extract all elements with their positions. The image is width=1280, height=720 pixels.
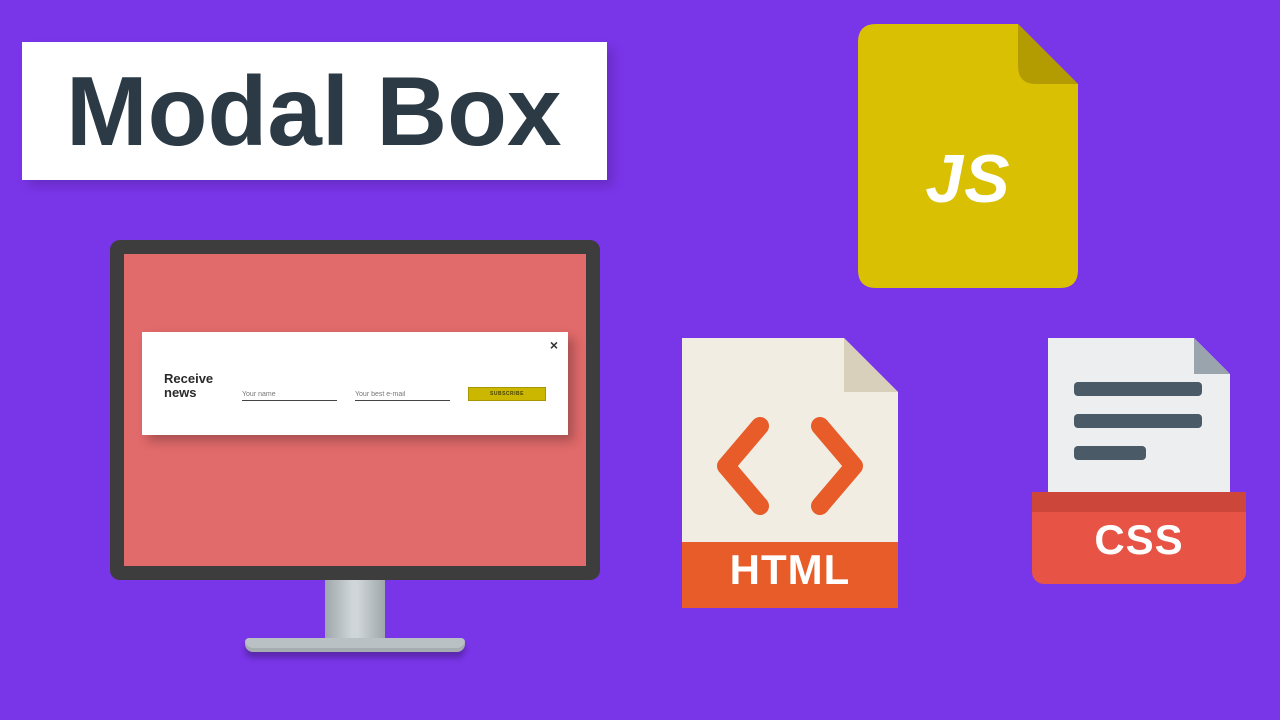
subscribe-button[interactable]: SUBSCRIBE <box>468 387 546 401</box>
title-card: Modal Box <box>22 42 607 180</box>
close-icon[interactable]: × <box>550 338 558 352</box>
page-title: Modal Box <box>66 62 561 160</box>
monitor-illustration: × Receive news SUBSCRIBE <box>110 240 600 652</box>
html-file-icon: HTML <box>682 338 898 608</box>
css-file-icon: CSS <box>1032 338 1246 594</box>
js-file-icon: JS <box>858 24 1078 288</box>
monitor-stand-neck <box>325 580 385 638</box>
monitor-stand-base <box>245 638 465 652</box>
modal-form-row: Receive news SUBSCRIBE <box>142 372 568 401</box>
html-file-label: HTML <box>682 546 898 594</box>
name-input[interactable] <box>242 391 337 401</box>
js-file-label: JS <box>858 140 1078 218</box>
monitor-screen: × Receive news SUBSCRIBE <box>110 240 600 580</box>
css-file-label: CSS <box>1032 516 1246 564</box>
modal-box: × Receive news SUBSCRIBE <box>142 332 568 435</box>
modal-heading: Receive news <box>164 372 224 401</box>
email-input[interactable] <box>355 391 450 401</box>
